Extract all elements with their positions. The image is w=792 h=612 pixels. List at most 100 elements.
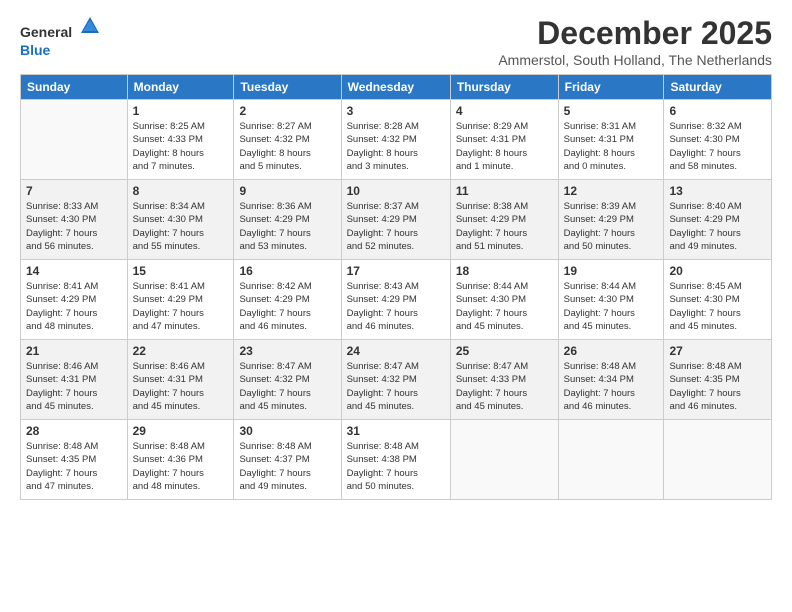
page: General Blue December 2025 Ammerstol, So… (0, 0, 792, 612)
day-number: 15 (133, 264, 229, 278)
col-monday: Monday (127, 75, 234, 100)
day-info: Sunrise: 8:47 AMSunset: 4:32 PMDaylight:… (347, 360, 445, 413)
calendar-cell: 2 Sunrise: 8:27 AMSunset: 4:32 PMDaylight… (234, 100, 341, 180)
col-sunday: Sunday (21, 75, 128, 100)
day-number: 1 (133, 104, 229, 118)
day-info: Sunrise: 8:43 AMSunset: 4:29 PMDaylight:… (347, 280, 445, 333)
day-number: 16 (239, 264, 335, 278)
calendar-cell (558, 420, 664, 500)
day-info: Sunrise: 8:40 AMSunset: 4:29 PMDaylight:… (669, 200, 766, 253)
calendar-cell: 4 Sunrise: 8:29 AMSunset: 4:31 PMDaylight… (450, 100, 558, 180)
col-tuesday: Tuesday (234, 75, 341, 100)
day-number: 11 (456, 184, 553, 198)
day-info: Sunrise: 8:33 AMSunset: 4:30 PMDaylight:… (26, 200, 122, 253)
day-number: 24 (347, 344, 445, 358)
calendar-week-row: 1 Sunrise: 8:25 AMSunset: 4:33 PMDaylight… (21, 100, 772, 180)
calendar-cell: 11 Sunrise: 8:38 AMSunset: 4:29 PMDayligh… (450, 180, 558, 260)
day-number: 29 (133, 424, 229, 438)
calendar-cell: 1 Sunrise: 8:25 AMSunset: 4:33 PMDaylight… (127, 100, 234, 180)
calendar-cell: 8 Sunrise: 8:34 AMSunset: 4:30 PMDaylight… (127, 180, 234, 260)
location-subtitle: Ammerstol, South Holland, The Netherland… (498, 52, 772, 68)
col-friday: Friday (558, 75, 664, 100)
day-info: Sunrise: 8:32 AMSunset: 4:30 PMDaylight:… (669, 120, 766, 173)
calendar-cell: 10Sunrise: 8:37 AMSunset: 4:29 PMDayligh… (341, 180, 450, 260)
day-number: 10 (347, 184, 445, 198)
calendar-week-row: 14Sunrise: 8:41 AMSunset: 4:29 PMDayligh… (21, 260, 772, 340)
day-number: 8 (133, 184, 229, 198)
day-number: 7 (26, 184, 122, 198)
day-number: 23 (239, 344, 335, 358)
day-info: Sunrise: 8:28 AMSunset: 4:32 PMDaylight:… (347, 120, 445, 173)
calendar-cell: 29 Sunrise: 8:48 AMSunset: 4:36 PMDayligh… (127, 420, 234, 500)
day-info: Sunrise: 8:38 AMSunset: 4:29 PMDaylight:… (456, 200, 553, 253)
day-number: 30 (239, 424, 335, 438)
day-info: Sunrise: 8:25 AMSunset: 4:33 PMDaylight:… (133, 120, 229, 173)
calendar-body: 1 Sunrise: 8:25 AMSunset: 4:33 PMDaylight… (21, 100, 772, 500)
day-number: 12 (564, 184, 659, 198)
calendar-cell: 15 Sunrise: 8:41 AMSunset: 4:29 PMDayligh… (127, 260, 234, 340)
calendar-cell: 16 Sunrise: 8:42 AMSunset: 4:29 PMDayligh… (234, 260, 341, 340)
calendar-cell: 7 Sunrise: 8:33 AMSunset: 4:30 PMDaylight… (21, 180, 128, 260)
day-number: 17 (347, 264, 445, 278)
day-info: Sunrise: 8:47 AMSunset: 4:33 PMDaylight:… (456, 360, 553, 413)
day-info: Sunrise: 8:42 AMSunset: 4:29 PMDaylight:… (239, 280, 335, 333)
calendar-cell: 25 Sunrise: 8:47 AMSunset: 4:33 PMDayligh… (450, 340, 558, 420)
day-info: Sunrise: 8:48 AMSunset: 4:34 PMDaylight:… (564, 360, 659, 413)
day-number: 21 (26, 344, 122, 358)
calendar-cell: 5 Sunrise: 8:31 AMSunset: 4:31 PMDaylight… (558, 100, 664, 180)
calendar-cell (21, 100, 128, 180)
logo-blue: Blue (20, 42, 50, 58)
col-thursday: Thursday (450, 75, 558, 100)
day-number: 4 (456, 104, 553, 118)
day-number: 28 (26, 424, 122, 438)
day-number: 25 (456, 344, 553, 358)
col-wednesday: Wednesday (341, 75, 450, 100)
day-info: Sunrise: 8:39 AMSunset: 4:29 PMDaylight:… (564, 200, 659, 253)
calendar-cell: 14Sunrise: 8:41 AMSunset: 4:29 PMDayligh… (21, 260, 128, 340)
day-info: Sunrise: 8:31 AMSunset: 4:31 PMDaylight:… (564, 120, 659, 173)
day-info: Sunrise: 8:36 AMSunset: 4:29 PMDaylight:… (239, 200, 335, 253)
day-number: 22 (133, 344, 229, 358)
day-number: 2 (239, 104, 335, 118)
day-info: Sunrise: 8:41 AMSunset: 4:29 PMDaylight:… (133, 280, 229, 333)
calendar-cell: 27Sunrise: 8:48 AMSunset: 4:35 PMDayligh… (664, 340, 772, 420)
calendar-cell (664, 420, 772, 500)
day-number: 27 (669, 344, 766, 358)
day-info: Sunrise: 8:29 AMSunset: 4:31 PMDaylight:… (456, 120, 553, 173)
day-number: 13 (669, 184, 766, 198)
calendar-cell: 18 Sunrise: 8:44 AMSunset: 4:30 PMDayligh… (450, 260, 558, 340)
calendar-cell: 28 Sunrise: 8:48 AMSunset: 4:35 PMDayligh… (21, 420, 128, 500)
calendar-week-row: 7 Sunrise: 8:33 AMSunset: 4:30 PMDaylight… (21, 180, 772, 260)
calendar-week-row: 28 Sunrise: 8:48 AMSunset: 4:35 PMDayligh… (21, 420, 772, 500)
day-info: Sunrise: 8:41 AMSunset: 4:29 PMDaylight:… (26, 280, 122, 333)
day-number: 5 (564, 104, 659, 118)
day-number: 31 (347, 424, 445, 438)
calendar-cell: 6 Sunrise: 8:32 AMSunset: 4:30 PMDaylight… (664, 100, 772, 180)
calendar-week-row: 21 Sunrise: 8:46 AMSunset: 4:31 PMDayligh… (21, 340, 772, 420)
day-number: 9 (239, 184, 335, 198)
day-info: Sunrise: 8:46 AMSunset: 4:31 PMDaylight:… (26, 360, 122, 413)
day-number: 18 (456, 264, 553, 278)
day-info: Sunrise: 8:48 AMSunset: 4:36 PMDaylight:… (133, 440, 229, 493)
calendar-cell (450, 420, 558, 500)
day-info: Sunrise: 8:27 AMSunset: 4:32 PMDaylight:… (239, 120, 335, 173)
calendar-cell: 22 Sunrise: 8:46 AMSunset: 4:31 PMDayligh… (127, 340, 234, 420)
day-info: Sunrise: 8:48 AMSunset: 4:35 PMDaylight:… (26, 440, 122, 493)
calendar-cell: 19 Sunrise: 8:44 AMSunset: 4:30 PMDayligh… (558, 260, 664, 340)
day-info: Sunrise: 8:44 AMSunset: 4:30 PMDaylight:… (456, 280, 553, 333)
calendar-cell: 12 Sunrise: 8:39 AMSunset: 4:29 PMDayligh… (558, 180, 664, 260)
day-number: 20 (669, 264, 766, 278)
day-info: Sunrise: 8:45 AMSunset: 4:30 PMDaylight:… (669, 280, 766, 333)
calendar-cell: 21 Sunrise: 8:46 AMSunset: 4:31 PMDayligh… (21, 340, 128, 420)
day-info: Sunrise: 8:48 AMSunset: 4:37 PMDaylight:… (239, 440, 335, 493)
day-number: 6 (669, 104, 766, 118)
day-info: Sunrise: 8:44 AMSunset: 4:30 PMDaylight:… (564, 280, 659, 333)
day-number: 19 (564, 264, 659, 278)
calendar-cell: 23Sunrise: 8:47 AMSunset: 4:32 PMDayligh… (234, 340, 341, 420)
col-saturday: Saturday (664, 75, 772, 100)
calendar-cell: 3 Sunrise: 8:28 AMSunset: 4:32 PMDaylight… (341, 100, 450, 180)
logo-icon (79, 15, 101, 37)
day-info: Sunrise: 8:34 AMSunset: 4:30 PMDaylight:… (133, 200, 229, 253)
day-info: Sunrise: 8:46 AMSunset: 4:31 PMDaylight:… (133, 360, 229, 413)
day-number: 3 (347, 104, 445, 118)
